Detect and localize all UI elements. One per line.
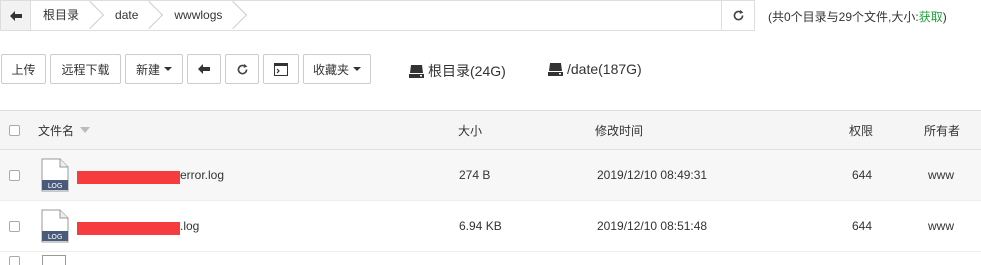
redacted-filename: [77, 222, 180, 235]
path-back-button[interactable]: [1, 1, 31, 30]
table-row[interactable]: LOG .log 6.94 KB 2019/12/10 08:51:48 644…: [0, 201, 981, 252]
disk-root[interactable]: 根目录(24G): [409, 61, 506, 81]
caret-down-icon: [164, 67, 172, 71]
refresh-button[interactable]: [225, 54, 259, 84]
file-name[interactable]: error.log: [180, 150, 224, 200]
refresh-icon: [237, 63, 247, 74]
table-header: 文件名 大小 修改时间 权限 所有者: [0, 110, 981, 150]
file-mtime: 2019/12/10 08:49:31: [597, 168, 708, 182]
header-size[interactable]: 大小: [458, 111, 482, 149]
svg-text:LOG: LOG: [48, 182, 63, 190]
breadcrumb-item-root[interactable]: 根目录: [31, 1, 94, 30]
breadcrumb-item-wwwlogs[interactable]: wwwlogs: [162, 1, 237, 30]
select-all-checkbox[interactable]: [9, 111, 20, 149]
terminal-icon: [274, 62, 288, 76]
disk-date[interactable]: /date(187G): [548, 61, 642, 77]
header-mtime[interactable]: 修改时间: [595, 111, 643, 149]
row-checkbox[interactable]: [9, 256, 20, 265]
sort-down-icon: [80, 127, 91, 133]
file-name[interactable]: .log: [180, 201, 199, 251]
row-checkbox[interactable]: [9, 201, 20, 251]
remote-download-button[interactable]: 远程下载: [50, 54, 121, 84]
hard-drive-icon: [548, 62, 563, 76]
file-table: 文件名 大小 修改时间 权限 所有者 LOG error.log 274 B 2…: [0, 110, 981, 265]
path-bar: 根目录 date wwwlogs: [0, 0, 755, 31]
redacted-filename: [77, 171, 180, 184]
path-refresh-button[interactable]: [721, 1, 754, 30]
new-button[interactable]: 新建: [125, 54, 183, 84]
directory-summary: (共0个目录与29个文件,大小:获取): [768, 10, 947, 24]
row-checkbox[interactable]: [9, 150, 20, 200]
header-permission[interactable]: 权限: [849, 111, 873, 149]
arrow-left-icon: [9, 10, 22, 21]
header-owner[interactable]: 所有者: [924, 111, 960, 149]
file-owner[interactable]: www: [928, 150, 954, 200]
file-mtime: 2019/12/10 08:51:48: [597, 219, 708, 233]
terminal-button[interactable]: [263, 54, 299, 84]
breadcrumb: 根目录 date wwwlogs: [31, 1, 754, 30]
hard-drive-icon: [409, 64, 424, 78]
file-permission[interactable]: 644: [852, 150, 872, 200]
file-size: 274 B: [459, 168, 491, 182]
favorites-button[interactable]: 收藏夹: [303, 54, 371, 84]
file-toolbar: 上传 远程下载 新建 收藏夹: [0, 53, 375, 85]
breadcrumb-item-date[interactable]: date: [103, 1, 153, 30]
log-file-icon: [42, 255, 66, 265]
arrow-left-icon: [198, 64, 210, 74]
file-size: 6.94 KB: [459, 219, 502, 233]
header-name[interactable]: 文件名: [38, 111, 91, 149]
caret-down-icon: [353, 67, 361, 71]
get-size-link[interactable]: 获取: [919, 10, 943, 24]
log-file-icon: LOG: [41, 150, 69, 200]
upload-button[interactable]: 上传: [1, 54, 46, 84]
back-button[interactable]: [187, 54, 221, 84]
file-permission[interactable]: 644: [852, 201, 872, 251]
svg-text:LOG: LOG: [48, 233, 63, 241]
table-row[interactable]: [0, 252, 981, 265]
file-owner[interactable]: www: [928, 201, 954, 251]
log-file-icon: LOG: [41, 201, 69, 251]
table-row[interactable]: LOG error.log 274 B 2019/12/10 08:49:31 …: [0, 150, 981, 201]
refresh-icon: [733, 9, 743, 21]
